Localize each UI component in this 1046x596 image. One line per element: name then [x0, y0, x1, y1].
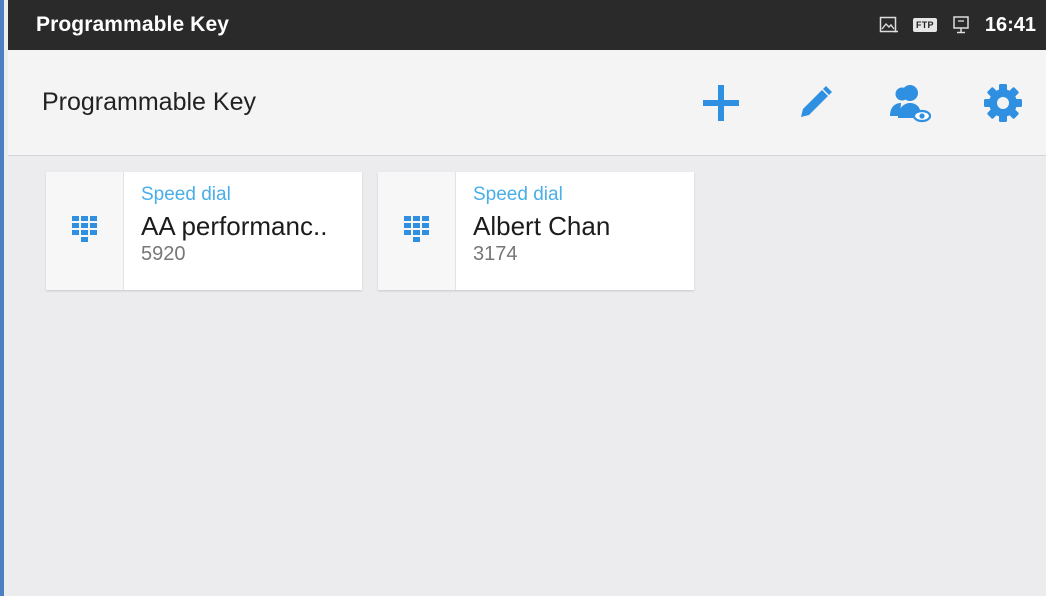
- app-window: Programmable Key FTP 16:41 Programmable …: [0, 0, 1046, 596]
- monitor-icon: [951, 15, 971, 35]
- image-icon: [879, 16, 899, 34]
- plus-icon: [703, 84, 739, 121]
- status-bar-icons: FTP 16:41: [879, 14, 1036, 37]
- page-title: Programmable Key: [42, 88, 256, 116]
- key-type: Speed dial: [473, 184, 563, 205]
- header-actions: [654, 76, 1030, 130]
- key-number: 3174: [473, 243, 518, 265]
- key-type: Speed dial: [141, 184, 231, 205]
- ftp-icon: FTP: [912, 18, 937, 32]
- key-name: AA performanc..: [141, 211, 328, 241]
- settings-button[interactable]: [976, 76, 1030, 130]
- card-text: Speed dial AA performanc.. 5920: [124, 172, 327, 290]
- action-bar: Programmable Key: [8, 50, 1046, 156]
- status-bar: Programmable Key FTP 16:41: [8, 0, 1046, 50]
- key-name: Albert Chan: [473, 211, 611, 241]
- status-bar-title: Programmable Key: [36, 13, 230, 36]
- add-button[interactable]: [694, 76, 748, 130]
- key-card[interactable]: Speed dial Albert Chan 3174: [378, 172, 694, 290]
- clock: 16:41: [984, 13, 1036, 36]
- key-number: 5920: [141, 243, 186, 265]
- gear-icon: [984, 83, 1022, 122]
- dialpad-icon: [403, 216, 429, 242]
- key-list: Speed dial AA performanc.. 5920 Speed di…: [8, 156, 1046, 596]
- contacts-view-button[interactable]: [882, 76, 936, 130]
- people-eye-icon: [890, 84, 932, 122]
- key-card[interactable]: Speed dial AA performanc.. 5920: [46, 172, 362, 290]
- dialpad-icon: [71, 216, 97, 242]
- edit-button[interactable]: [788, 76, 842, 130]
- card-icon-area: [378, 172, 456, 290]
- card-text: Speed dial Albert Chan 3174: [456, 172, 610, 290]
- pencil-icon: [801, 85, 832, 117]
- card-icon-area: [46, 172, 124, 290]
